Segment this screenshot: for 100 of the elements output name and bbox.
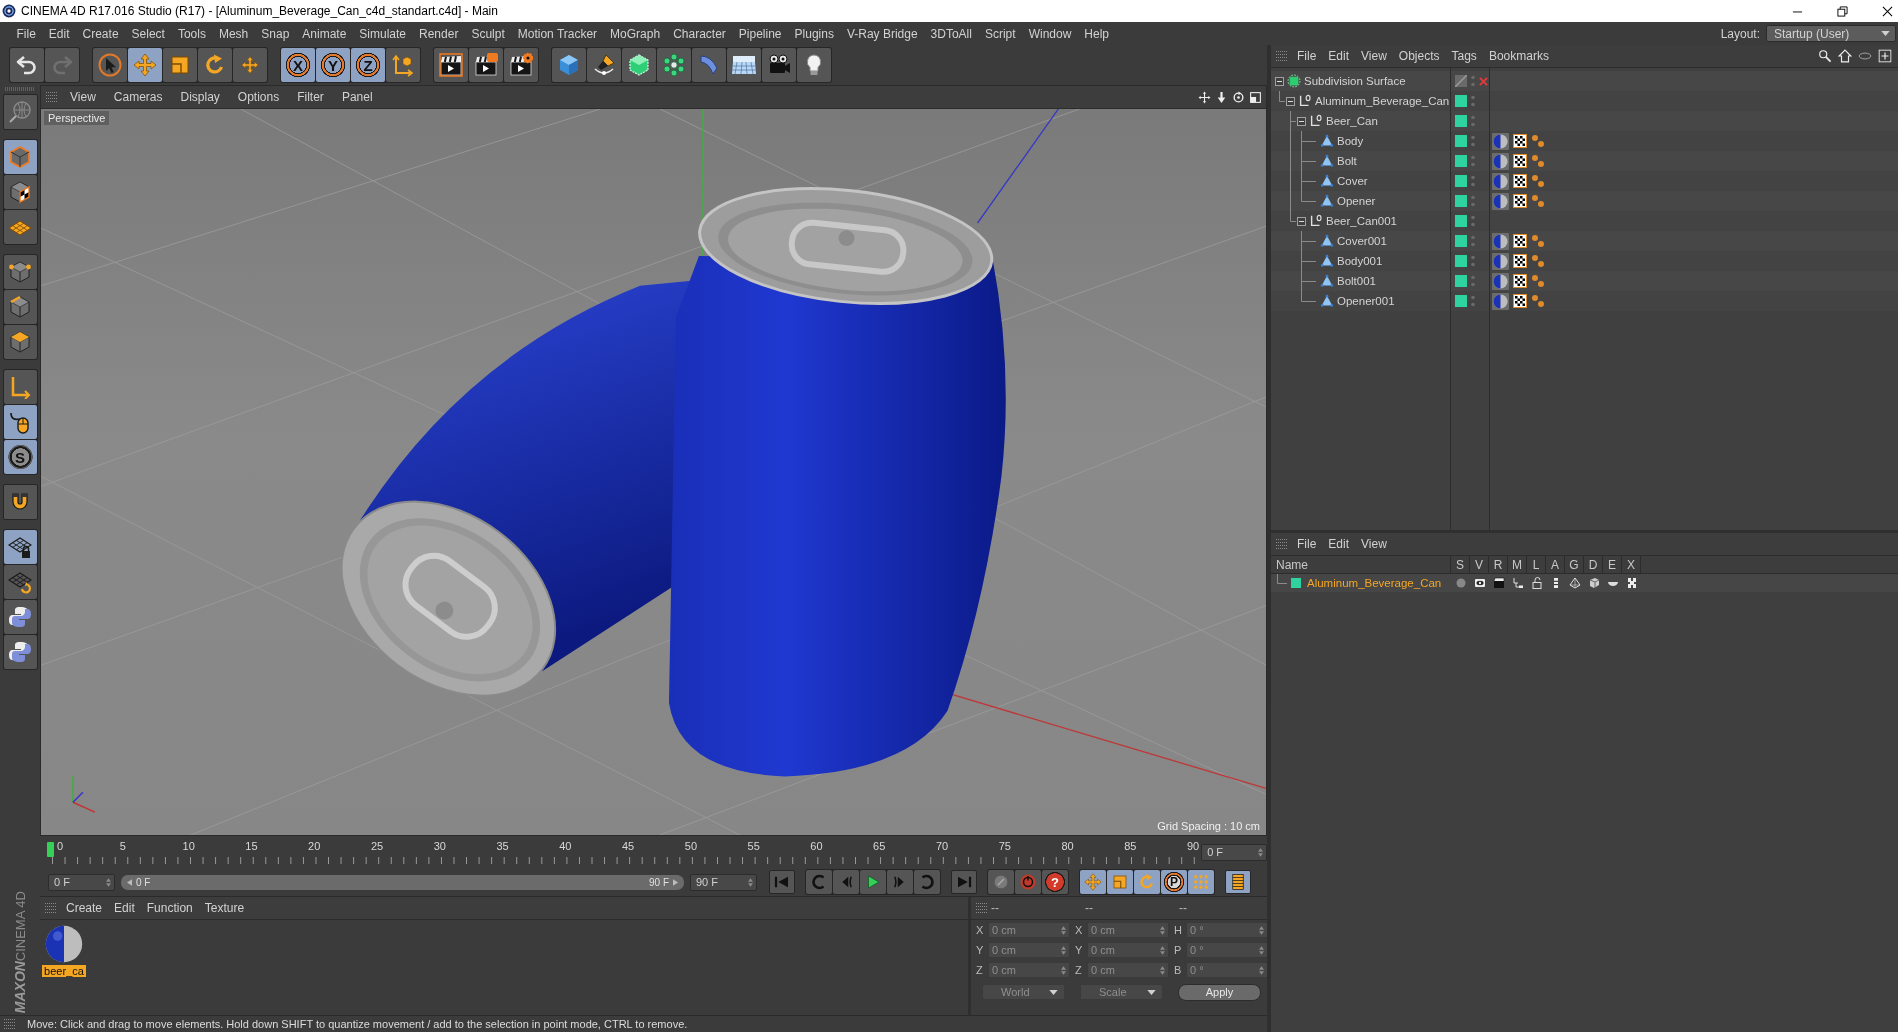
spinner-icon[interactable] [748,877,753,887]
two-dots-icon[interactable] [1471,135,1475,147]
menu-item[interactable]: View [61,90,105,104]
left-arrow-icon[interactable] [127,878,132,886]
menu-item[interactable]: Help [1077,26,1116,41]
column-header[interactable]: S [1451,556,1470,573]
column-header[interactable]: M [1508,556,1527,573]
two-dots-icon[interactable] [1471,95,1475,107]
layer-swatch-icon[interactable] [1455,295,1467,307]
record-keys-button[interactable] [988,870,1014,894]
last-tool-button[interactable] [233,48,267,82]
render-settings-button[interactable] [504,48,538,82]
collapse-icon[interactable] [1275,76,1284,86]
checker-tag-icon[interactable] [1513,174,1527,188]
menu-item[interactable]: V-Ray Bridge [840,26,925,41]
menu-item[interactable]: Create [60,901,109,915]
menu-item[interactable]: Character [666,26,733,41]
two-dots-icon[interactable] [1471,235,1475,247]
shield-icon[interactable] [1587,577,1600,589]
render-picture-viewer-button[interactable] [469,48,503,82]
two-dots-icon[interactable] [1471,115,1475,127]
material-tag-icon[interactable] [1492,292,1509,310]
object-name[interactable]: Subdivision Surface [1304,75,1406,87]
dots-tag-icon[interactable] [1531,234,1545,248]
python-button[interactable] [3,600,37,634]
render-view-button[interactable] [434,48,468,82]
end-frame-field[interactable]: 90 F [690,873,757,891]
tweak-mode-button[interactable] [3,405,37,439]
menu-item[interactable]: Filter [288,90,333,104]
pen-button[interactable] [587,48,621,82]
column-header[interactable]: V [1470,556,1489,573]
layer-swatch-icon[interactable] [1455,155,1467,167]
plus-square-icon[interactable] [1878,49,1892,63]
checker-tag-icon[interactable] [1513,294,1527,308]
playhead-marker[interactable] [47,842,54,857]
material-sphere-icon[interactable] [45,925,83,963]
lock-icon[interactable] [1530,577,1543,589]
menu-item[interactable]: Pipeline [732,26,789,41]
spinner-icon[interactable] [1259,965,1264,975]
column-header[interactable]: Name [1271,556,1451,573]
xref-icon[interactable] [1625,577,1638,589]
menu-item[interactable]: View [1355,49,1393,63]
column-header[interactable]: L [1527,556,1546,573]
menu-item[interactable]: Texture [198,901,251,915]
menu-item[interactable]: File [10,26,43,41]
snap-button[interactable]: S [3,440,37,474]
two-dots-icon[interactable] [1471,75,1475,87]
dots-tag-icon[interactable] [1531,294,1545,308]
dots-tag-icon[interactable] [1531,134,1545,148]
frame-range-slider[interactable]: 0 F 90 F [121,874,684,890]
object-name[interactable]: Cover001 [1337,235,1387,247]
timeline-button[interactable] [1225,870,1251,894]
menu-item[interactable]: Edit [42,26,77,41]
menu-item[interactable]: Tools [171,26,213,41]
scale-tool-button[interactable] [163,48,197,82]
material-tag-icon[interactable] [1492,252,1509,270]
menu-item[interactable]: Create [76,26,126,41]
menu-item[interactable]: Edit [108,901,141,915]
layer-swatch-icon[interactable] [1455,215,1467,227]
menu-item[interactable]: Function [140,901,199,915]
menu-item[interactable]: Edit [1322,49,1356,63]
go-start-button[interactable] [769,870,795,894]
checker-tag-icon[interactable] [1513,254,1527,268]
object-name[interactable]: Aluminum_Beverage_Can [1315,95,1450,107]
apply-button[interactable]: Apply [1178,983,1261,1001]
cross-icon[interactable] [1479,76,1488,86]
maximize-icon[interactable] [1249,90,1262,104]
python-button[interactable] [3,635,37,669]
grip-icon[interactable] [46,91,58,103]
spinner-icon[interactable] [1259,945,1264,955]
dots-tag-icon[interactable] [1531,174,1545,188]
layer-swatch-icon[interactable] [1455,235,1467,247]
menu-item[interactable]: Panel [332,90,382,104]
magnet-button[interactable] [2,484,38,520]
menu-item[interactable]: View [1355,537,1393,551]
key-position-button[interactable] [1080,870,1106,894]
menu-item[interactable]: Display [171,90,229,104]
layer-swatch-icon[interactable] [1455,175,1467,187]
two-dots-icon[interactable] [1471,155,1475,167]
key-scale-button[interactable] [1107,870,1133,894]
menu-item[interactable]: Bookmarks [1482,49,1555,63]
dots-tag-icon[interactable] [1531,194,1545,208]
dots-tag-icon[interactable] [1531,274,1545,288]
object-name[interactable]: Opener [1337,195,1376,207]
model-mode-button[interactable] [3,140,37,174]
spinner-icon[interactable] [1061,945,1066,955]
menu-item[interactable]: Window [1022,26,1078,41]
layout-dropdown[interactable]: Startup (User) [1766,25,1896,42]
menu-item[interactable]: Script [978,26,1023,41]
spinner-icon[interactable] [1160,945,1165,955]
layer-swatch-icon[interactable] [1455,255,1467,267]
two-dots-icon[interactable] [1471,195,1475,207]
menu-item[interactable]: 3DToAll [924,26,979,41]
grip-icon[interactable] [5,87,35,91]
collapse-icon[interactable] [1286,96,1295,106]
material-name[interactable]: beer_ca [42,965,86,977]
right-arrow-icon[interactable] [673,878,678,886]
material-tag-icon[interactable] [1492,192,1509,210]
globe-tool-button[interactable] [2,94,38,130]
dots-tag-icon[interactable] [1531,254,1545,268]
